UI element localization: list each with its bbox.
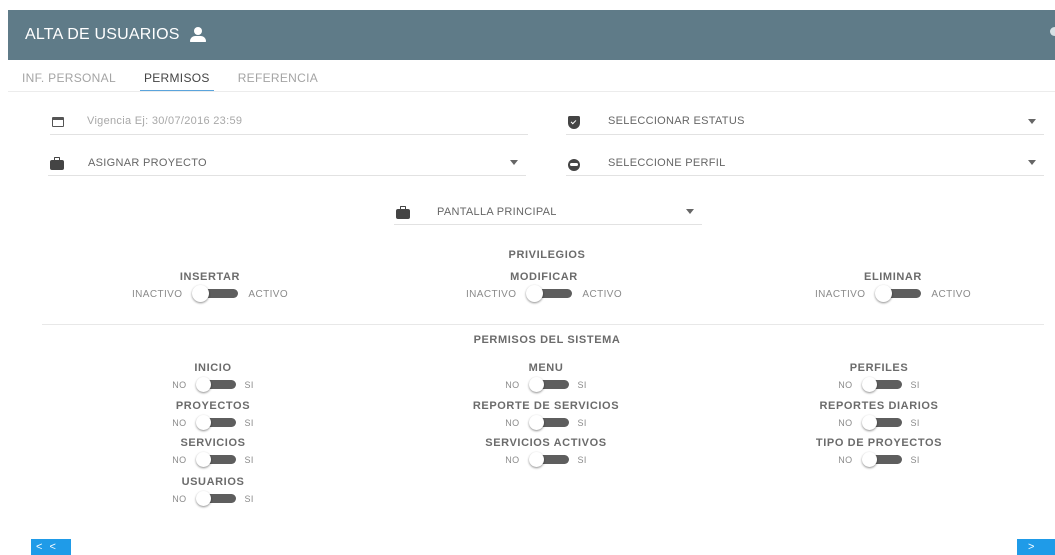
permiso-label: PROYECTOS: [175, 400, 251, 412]
user-icon: [189, 27, 207, 43]
permiso-proyectos: PROYECTOS NO SI: [113, 400, 313, 430]
permiso-reportes-diarios: REPORTES DIARIOS NO SI: [769, 400, 989, 430]
inicio-toggle[interactable]: [195, 377, 236, 392]
no-label: NO: [505, 417, 520, 428]
privilegio-eliminar: ELIMINAR INACTIVO ACTIVO: [743, 271, 1043, 302]
privilegio-label: ELIMINAR: [864, 271, 922, 283]
permiso-label: REPORTES DIARIOS: [819, 400, 939, 412]
no-label: NO: [172, 417, 187, 428]
modificar-toggle[interactable]: [526, 285, 573, 302]
no-label: NO: [172, 379, 187, 390]
permiso-label: INICIO: [194, 362, 232, 374]
shield-icon: [568, 116, 580, 129]
si-label: SI: [244, 454, 254, 465]
privilegio-label: INSERTAR: [179, 271, 241, 283]
active-label: ACTIVO: [248, 288, 289, 300]
privilegio-modificar: MODIFICAR INACTIVO ACTIVO: [394, 271, 694, 302]
pantalla-select[interactable]: PANTALLA PRINCIPAL: [394, 199, 702, 225]
no-label: NO: [172, 454, 187, 465]
permiso-menu: MENU NO SI: [446, 362, 646, 392]
perfil-select[interactable]: SELECCIONE PERFIL: [566, 150, 1044, 176]
pantalla-value: PANTALLA PRINCIPAL: [437, 206, 557, 218]
permiso-label: TIPO DE PROYECTOS: [815, 437, 943, 449]
permiso-servicios-activos: SERVICIOS ACTIVOS NO SI: [436, 437, 656, 467]
active-label: ACTIVO: [931, 288, 972, 300]
profile-icon: [568, 159, 580, 171]
proyecto-value: ASIGNAR PROYECTO: [88, 157, 207, 169]
proyectos-toggle[interactable]: [195, 415, 236, 430]
proyecto-select[interactable]: ASIGNAR PROYECTO: [48, 150, 526, 176]
inactive-label: INACTIVO: [814, 288, 866, 300]
chevron-down-icon: [510, 160, 518, 165]
briefcase-icon: [396, 206, 410, 219]
menu-toggle[interactable]: [528, 377, 569, 392]
permiso-label: SERVICIOS ACTIVOS: [485, 437, 607, 449]
insertar-toggle[interactable]: [192, 285, 239, 302]
no-label: NO: [505, 454, 520, 465]
privilegio-insertar: INSERTAR INACTIVO ACTIVO: [60, 271, 360, 302]
next-button[interactable]: >: [1017, 539, 1055, 555]
no-label: NO: [838, 379, 853, 390]
active-label: ACTIVO: [582, 288, 623, 300]
permiso-usuarios: USUARIOS NO SI: [113, 476, 313, 506]
tipo-proyectos-toggle[interactable]: [861, 452, 902, 467]
menu-dot-icon[interactable]: [1050, 27, 1055, 36]
permiso-inicio: INICIO NO SI: [113, 362, 313, 392]
briefcase-icon: [50, 157, 64, 170]
tab-inf-personal[interactable]: INF. PERSONAL: [8, 64, 130, 92]
estatus-select[interactable]: SELECCIONAR ESTATUS: [566, 109, 1044, 135]
calendar-icon: [52, 117, 64, 127]
permisos-title: PERMISOS DEL SISTEMA: [473, 334, 621, 346]
chevron-down-icon: [686, 209, 694, 214]
eliminar-toggle[interactable]: [875, 285, 922, 302]
tab-divider: [8, 91, 1055, 92]
si-label: SI: [577, 379, 587, 390]
inactive-label: INACTIVO: [465, 288, 517, 300]
si-label: SI: [244, 493, 254, 504]
no-label: NO: [172, 493, 187, 504]
permiso-label: PERFILES: [849, 362, 909, 374]
reporte-servicios-toggle[interactable]: [528, 415, 569, 430]
si-label: SI: [244, 379, 254, 390]
chevron-down-icon: [1028, 119, 1036, 124]
estatus-value: SELECCIONAR ESTATUS: [608, 115, 745, 127]
vigencia-placeholder: Vigencia Ej: 30/07/2016 23:59: [87, 115, 243, 127]
no-label: NO: [838, 417, 853, 428]
usuarios-toggle[interactable]: [195, 491, 236, 506]
perfiles-toggle[interactable]: [861, 377, 902, 392]
reportes-diarios-toggle[interactable]: [861, 415, 902, 430]
no-label: NO: [838, 454, 853, 465]
permiso-reporte-servicios: REPORTE DE SERVICIOS NO SI: [426, 400, 666, 430]
inactive-label: INACTIVO: [131, 288, 183, 300]
vigencia-field[interactable]: Vigencia Ej: 30/07/2016 23:59: [50, 109, 528, 135]
no-label: NO: [505, 379, 520, 390]
si-label: SI: [244, 417, 254, 428]
si-label: SI: [577, 454, 587, 465]
page-title: ALTA DE USUARIOS: [25, 26, 180, 43]
permiso-label: REPORTE DE SERVICIOS: [472, 400, 620, 412]
tab-permisos[interactable]: PERMISOS: [130, 64, 224, 92]
si-label: SI: [577, 417, 587, 428]
tab-bar: INF. PERSONAL PERMISOS REFERENCIA: [8, 64, 332, 92]
page-header: ALTA DE USUARIOS: [8, 10, 1055, 60]
tab-referencia[interactable]: REFERENCIA: [224, 64, 332, 92]
si-label: SI: [910, 417, 920, 428]
servicios-toggle[interactable]: [195, 452, 236, 467]
section-divider: [42, 324, 1044, 325]
permiso-label: USUARIOS: [181, 476, 245, 488]
permiso-servicios: SERVICIOS NO SI: [113, 437, 313, 467]
permiso-perfiles: PERFILES NO SI: [779, 362, 979, 392]
servicios-activos-toggle[interactable]: [528, 452, 569, 467]
permiso-tipo-proyectos: TIPO DE PROYECTOS NO SI: [769, 437, 989, 467]
privilegios-title: PRIVILEGIOS: [508, 249, 586, 261]
prev-button[interactable]: < <: [31, 539, 71, 555]
si-label: SI: [910, 454, 920, 465]
privilegio-label: MODIFICAR: [510, 271, 578, 283]
chevron-down-icon: [1028, 160, 1036, 165]
perfil-value: SELECCIONE PERFIL: [608, 157, 726, 169]
permiso-label: SERVICIOS: [180, 437, 246, 449]
permiso-label: MENU: [528, 362, 564, 374]
si-label: SI: [910, 379, 920, 390]
